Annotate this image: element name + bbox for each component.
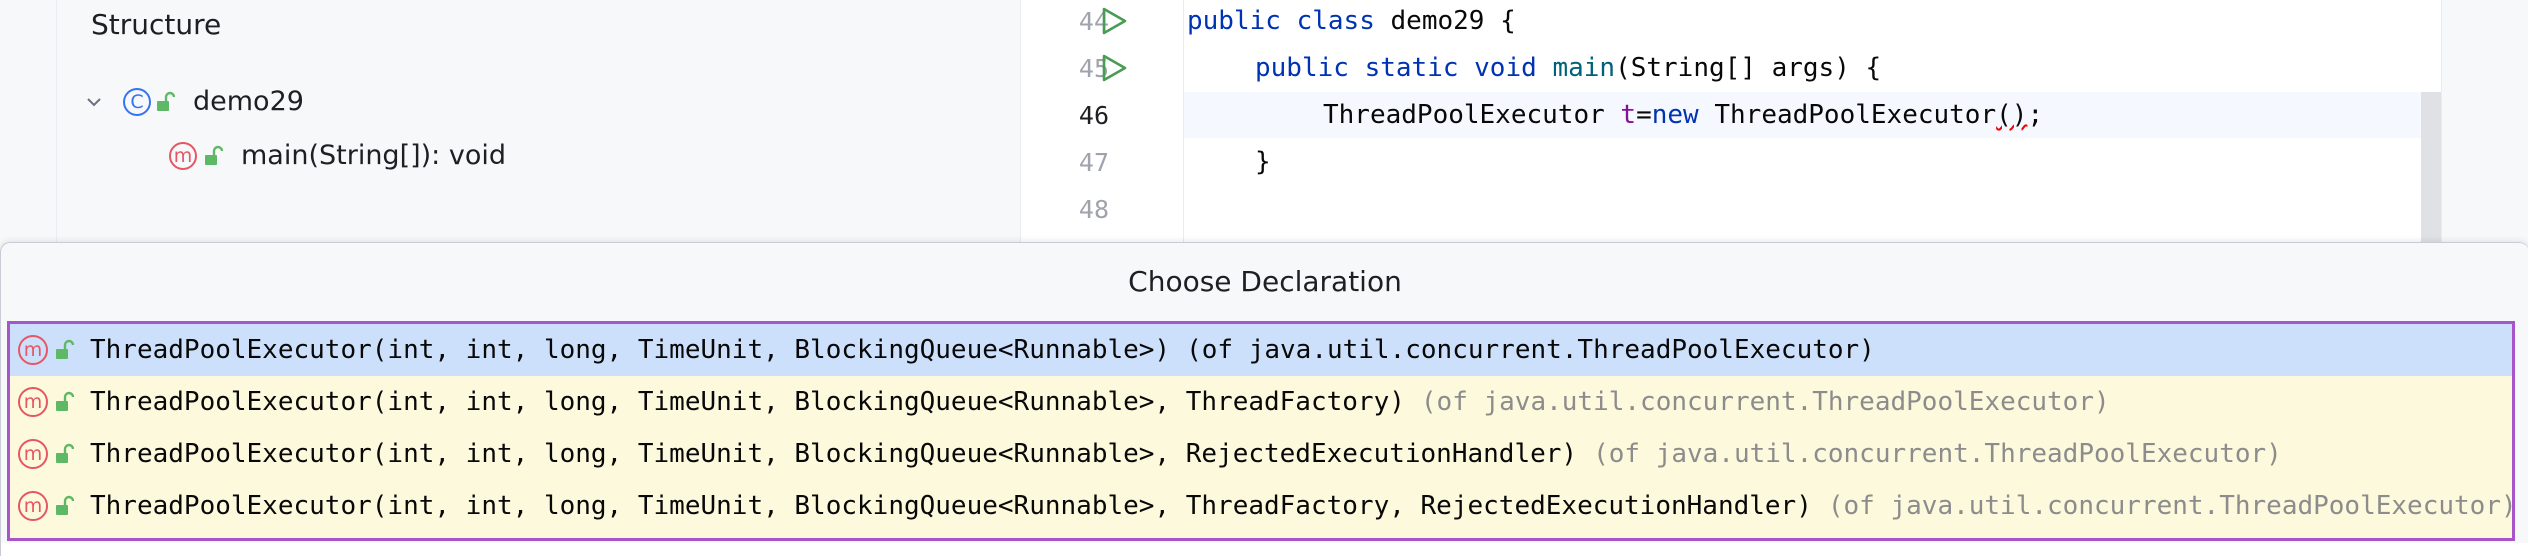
keyword: class	[1296, 6, 1375, 36]
method-icon: m	[18, 335, 48, 365]
popup-title: Choose Declaration	[1128, 265, 1402, 298]
method-name: main	[1552, 53, 1616, 83]
declaration-owner: (of java.util.concurrent.ThreadPoolExecu…	[1593, 439, 2282, 469]
variable-name: t	[1620, 100, 1637, 130]
declaration-owner: (of java.util.concurrent.ThreadPoolExecu…	[1827, 491, 2515, 521]
unlocked-icon	[157, 91, 175, 111]
type-name: ThreadPoolExecutor	[1323, 100, 1621, 130]
keyword: new	[1651, 100, 1699, 130]
unlocked-icon	[205, 145, 223, 165]
semicolon: ;	[2027, 100, 2044, 130]
class-name: demo29 {	[1390, 6, 1516, 36]
method-icon: m	[18, 491, 48, 521]
unlocked-icon	[56, 443, 74, 463]
declaration-signature: ThreadPoolExecutor(int, int, long, TimeU…	[90, 439, 1578, 469]
line-number: 46	[1078, 101, 1109, 130]
keyword: public	[1187, 6, 1281, 36]
declaration-signature: ThreadPoolExecutor(int, int, long, TimeU…	[90, 335, 1171, 365]
parameters: (String[] args) {	[1615, 53, 1882, 83]
declaration-item[interactable]: m ThreadPoolExecutor(int, int, long, Tim…	[10, 324, 2512, 376]
method-icon: m	[169, 141, 197, 170]
keyword: void	[1474, 53, 1537, 83]
keyword: static	[1364, 53, 1459, 83]
unlocked-icon	[56, 339, 74, 359]
declaration-owner: (of java.util.concurrent.ThreadPoolExecu…	[1186, 335, 1875, 365]
declaration-signature: ThreadPoolExecutor(int, int, long, TimeU…	[90, 387, 1405, 417]
declaration-item[interactable]: m ThreadPoolExecutor(int, int, long, Tim…	[10, 480, 2515, 532]
method-icon: m	[18, 387, 48, 417]
line-number: 48	[1078, 195, 1109, 224]
method-icon: m	[18, 439, 48, 469]
operator: =	[1636, 100, 1652, 130]
declaration-item[interactable]: m ThreadPoolExecutor(int, int, long, Tim…	[10, 376, 2512, 428]
unlocked-icon	[56, 495, 74, 515]
constructor-name: ThreadPoolExecutor	[1698, 100, 1997, 130]
tree-node-method[interactable]: m main(String[]): void	[169, 140, 506, 171]
code-line-47[interactable]: }	[1255, 147, 1271, 177]
popup-bottom	[1, 543, 2528, 556]
declaration-item[interactable]: m ThreadPoolExecutor(int, int, long, Tim…	[10, 428, 2512, 480]
run-icon[interactable]	[1099, 6, 1129, 36]
code-line-46[interactable]: ThreadPoolExecutor t=new ThreadPoolExecu…	[1323, 100, 2043, 130]
code-line-44[interactable]: public class demo29 {	[1187, 6, 1516, 36]
structure-title: Structure	[91, 8, 222, 41]
keyword: public	[1255, 53, 1349, 83]
choose-declaration-popup: Choose Declaration m ThreadPoolExecutor(…	[0, 242, 2528, 556]
class-node-label: demo29	[193, 86, 304, 117]
method-node-label: main(String[]): void	[241, 140, 506, 171]
declaration-list[interactable]: m ThreadPoolExecutor(int, int, long, Tim…	[7, 321, 2515, 541]
error-parens[interactable]: ()	[1996, 100, 2027, 130]
tree-node-class[interactable]: C demo29	[83, 86, 304, 117]
declaration-signature: ThreadPoolExecutor(int, int, long, TimeU…	[90, 491, 1812, 521]
class-icon: C	[123, 87, 151, 116]
run-icon[interactable]	[1099, 53, 1129, 83]
code-line-45[interactable]: public static void main(String[] args) {	[1255, 53, 1881, 83]
chevron-down-icon[interactable]	[83, 91, 105, 113]
unlocked-icon	[56, 391, 74, 411]
line-number: 47	[1078, 148, 1109, 177]
declaration-owner: (of java.util.concurrent.ThreadPoolExecu…	[1420, 387, 2110, 417]
